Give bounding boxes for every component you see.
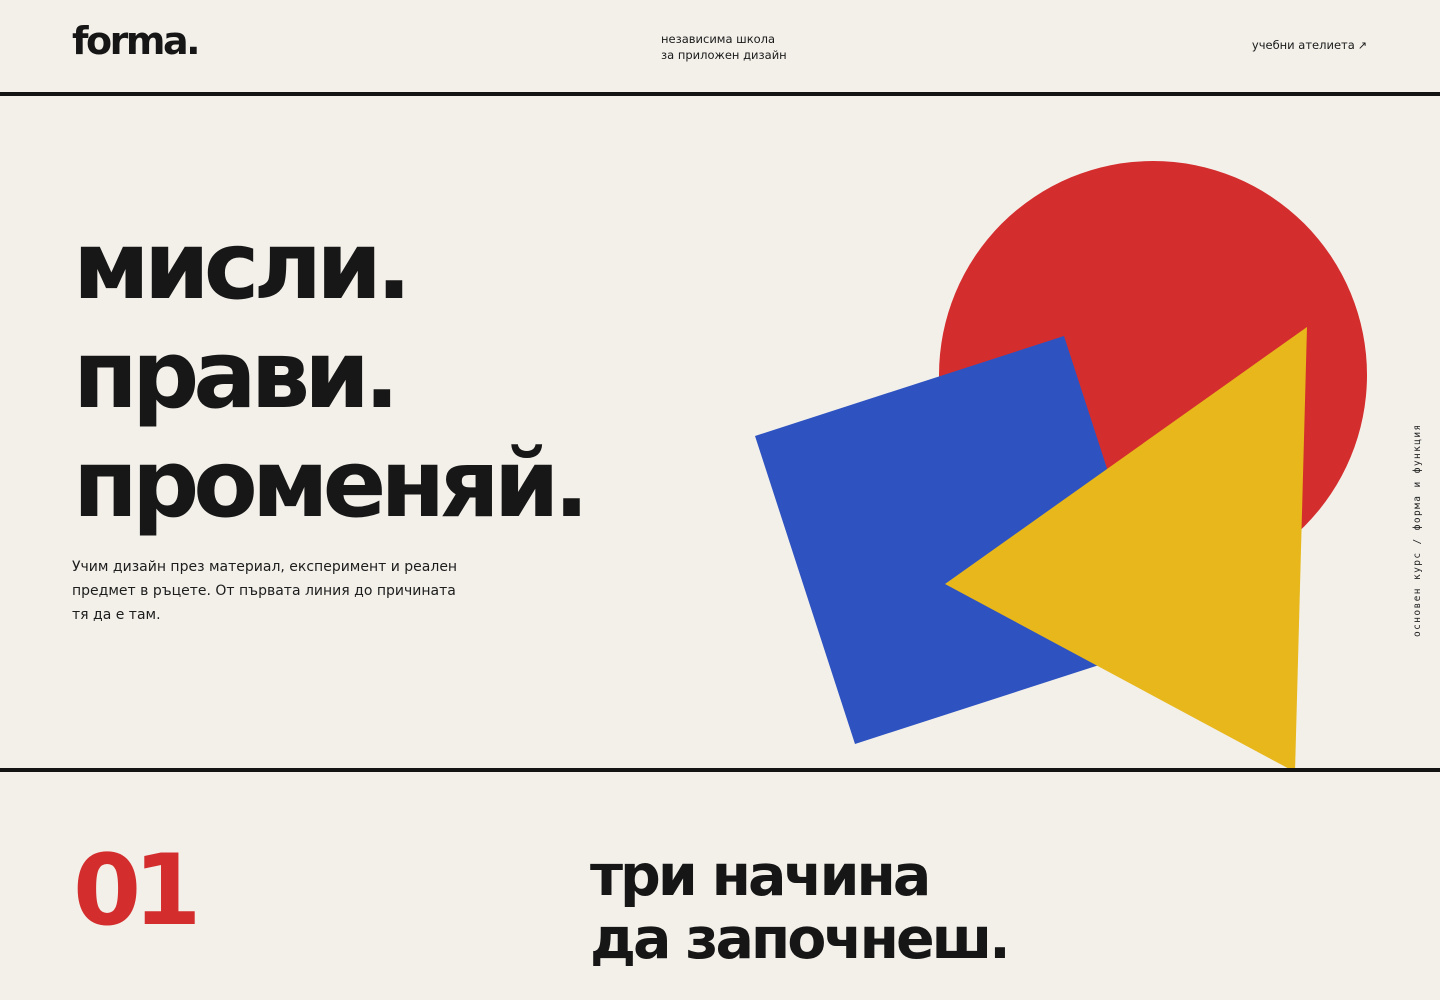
hero-title: мисли. прави. променяй. — [73, 212, 589, 539]
hero-title-line-make: прави. — [73, 321, 400, 430]
tagline-line-1: независима школа — [661, 32, 776, 46]
tagline-line-2: за приложен дизайн — [661, 48, 787, 62]
school-tagline: независима школа за приложен дизайн — [661, 31, 787, 63]
forma-logo[interactable]: forma. — [72, 22, 201, 60]
hero-divider — [0, 768, 1440, 772]
header-divider — [0, 92, 1440, 96]
section-title-line-2: да започнеш. — [590, 906, 1011, 972]
hero-title-line-change: променяй. — [73, 430, 589, 539]
geometric-composition — [755, 161, 1367, 772]
studios-link-label: учебни ателиета — [1251, 38, 1355, 52]
studios-link[interactable]: учебни ателиета ↗ — [1252, 38, 1367, 52]
course-side-label: основен курс / форма и функция — [1412, 423, 1423, 637]
hero-description: Учим дизайн през материал, експеримент и… — [72, 559, 458, 623]
section-title: три начина да започнеш. — [590, 843, 1011, 972]
hero-title-line-think: мисли. — [73, 212, 412, 321]
section-title-line-1: три начина — [590, 843, 931, 909]
arrow-up-right-icon: ↗ — [1357, 39, 1367, 52]
section-number: 01 — [73, 834, 201, 948]
site-header: forma. независима школа за приложен диза… — [0, 0, 1440, 93]
